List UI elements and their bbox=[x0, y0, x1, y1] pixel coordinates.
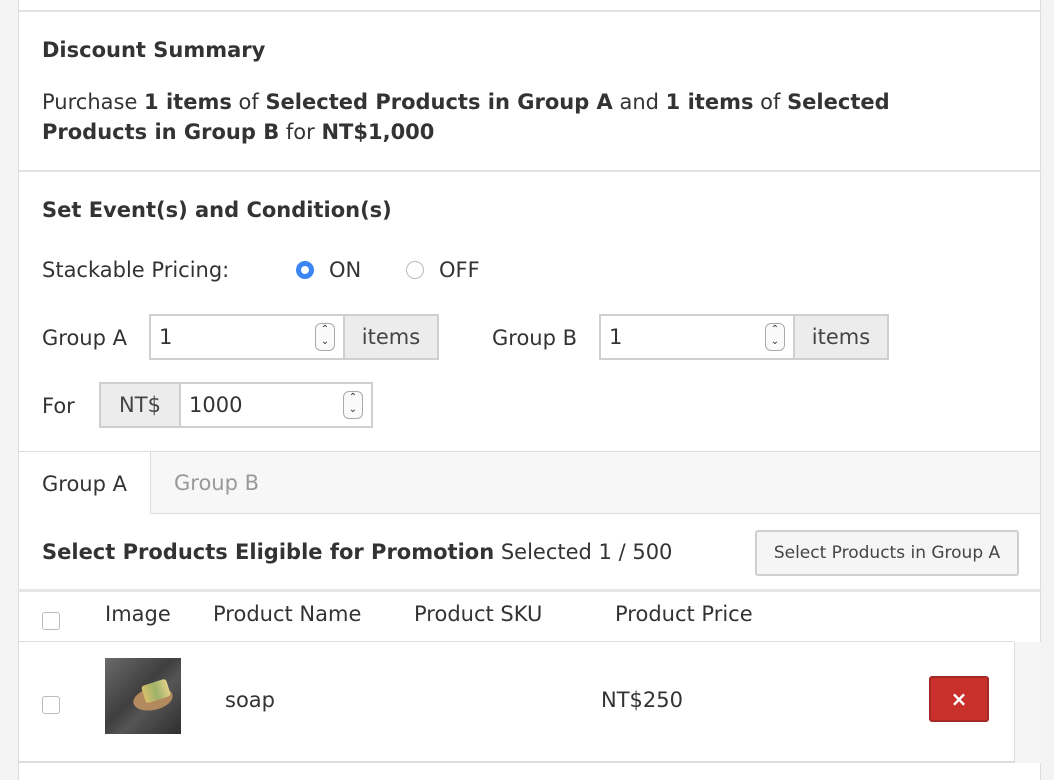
summary-text-and: and bbox=[612, 90, 666, 114]
for-price-label: For bbox=[42, 394, 75, 418]
products-selected-count: Selected 1 / 500 bbox=[500, 540, 673, 564]
tab-group-b[interactable]: Group B bbox=[151, 452, 282, 514]
price-spinner[interactable]: ⌃ ⌄ bbox=[343, 391, 363, 419]
col-name-header: Product Name bbox=[213, 602, 362, 626]
stackable-off-label[interactable]: OFF bbox=[439, 258, 480, 282]
col-image-header: Image bbox=[105, 602, 171, 626]
remove-product-button[interactable]: × bbox=[929, 676, 989, 722]
products-header: Select Products Eligible for Promotion S… bbox=[18, 514, 1041, 592]
summary-text-of: of bbox=[231, 90, 266, 114]
group-b-items-addon: items bbox=[793, 316, 887, 358]
product-name: soap bbox=[225, 688, 275, 712]
group-b-qty-spinner[interactable]: ⌃ ⌄ bbox=[765, 323, 785, 351]
summary-text-purchase: Purchase bbox=[42, 90, 145, 114]
stackable-pricing-label: Stackable Pricing: bbox=[42, 258, 230, 282]
summary-group-a-qty: 1 items bbox=[144, 90, 232, 114]
tab-group-a[interactable]: Group A bbox=[19, 452, 151, 515]
group-b-qty-input-group: 1 ⌃ ⌄ items bbox=[599, 314, 889, 360]
summary-group-b-qty: 1 items bbox=[665, 90, 754, 114]
group-a-items-addon: items bbox=[343, 316, 437, 358]
close-icon: × bbox=[950, 687, 968, 711]
summary-group-a-name: Selected Products in Group A bbox=[265, 90, 613, 114]
group-b-qty-label: Group B bbox=[492, 326, 578, 350]
group-a-qty-value: 1 bbox=[159, 325, 173, 349]
discount-summary-title: Discount Summary bbox=[42, 38, 266, 62]
table-row: soap NT$250 × bbox=[19, 642, 1014, 763]
group-b-qty-value: 1 bbox=[609, 325, 623, 349]
top-panel-edge bbox=[18, 0, 1041, 12]
currency-addon: NT$ bbox=[101, 384, 181, 426]
select-all-checkbox[interactable] bbox=[42, 612, 60, 630]
group-a-qty-input[interactable]: 1 ⌃ ⌄ bbox=[151, 316, 343, 358]
select-products-button[interactable]: Select Products in Group A bbox=[755, 530, 1019, 576]
group-a-qty-label: Group A bbox=[42, 326, 127, 350]
price-value: 1000 bbox=[189, 393, 243, 417]
product-thumbnail bbox=[105, 658, 181, 734]
price-input[interactable]: 1000 ⌃ ⌄ bbox=[181, 384, 371, 426]
col-price-header: Product Price bbox=[615, 602, 753, 626]
conditions-title: Set Event(s) and Condition(s) bbox=[42, 198, 392, 222]
group-a-qty-spinner[interactable]: ⌃ ⌄ bbox=[315, 323, 335, 351]
products-title: Select Products Eligible for Promotion S… bbox=[42, 540, 672, 564]
row-checkbox[interactable] bbox=[42, 696, 60, 714]
price-input-group: NT$ 1000 ⌃ ⌄ bbox=[99, 382, 373, 428]
row-scrollbar-track[interactable] bbox=[1014, 642, 1041, 763]
stackable-on-radio[interactable] bbox=[296, 261, 314, 279]
discount-summary-text: Purchase 1 items of Selected Products in… bbox=[42, 87, 1002, 147]
group-a-qty-input-group: 1 ⌃ ⌄ items bbox=[149, 314, 439, 360]
col-sku-header: Product SKU bbox=[414, 602, 543, 626]
summary-price: NT$1,000 bbox=[321, 120, 435, 144]
discount-summary-panel: Discount Summary Purchase 1 items of Sel… bbox=[18, 12, 1041, 172]
stackable-off-radio[interactable] bbox=[406, 261, 424, 279]
product-price: NT$250 bbox=[601, 688, 683, 712]
stackable-on-label[interactable]: ON bbox=[329, 258, 361, 282]
group-b-qty-input[interactable]: 1 ⌃ ⌄ bbox=[601, 316, 793, 358]
summary-text-for: for bbox=[279, 120, 322, 144]
products-title-text: Select Products Eligible for Promotion bbox=[42, 540, 495, 564]
summary-text-of: of bbox=[753, 90, 788, 114]
products-table: Image Product Name Product SKU Product P… bbox=[18, 592, 1041, 780]
conditions-panel: Set Event(s) and Condition(s) Stackable … bbox=[18, 172, 1041, 452]
group-tabs: Group A Group B bbox=[18, 452, 1041, 515]
